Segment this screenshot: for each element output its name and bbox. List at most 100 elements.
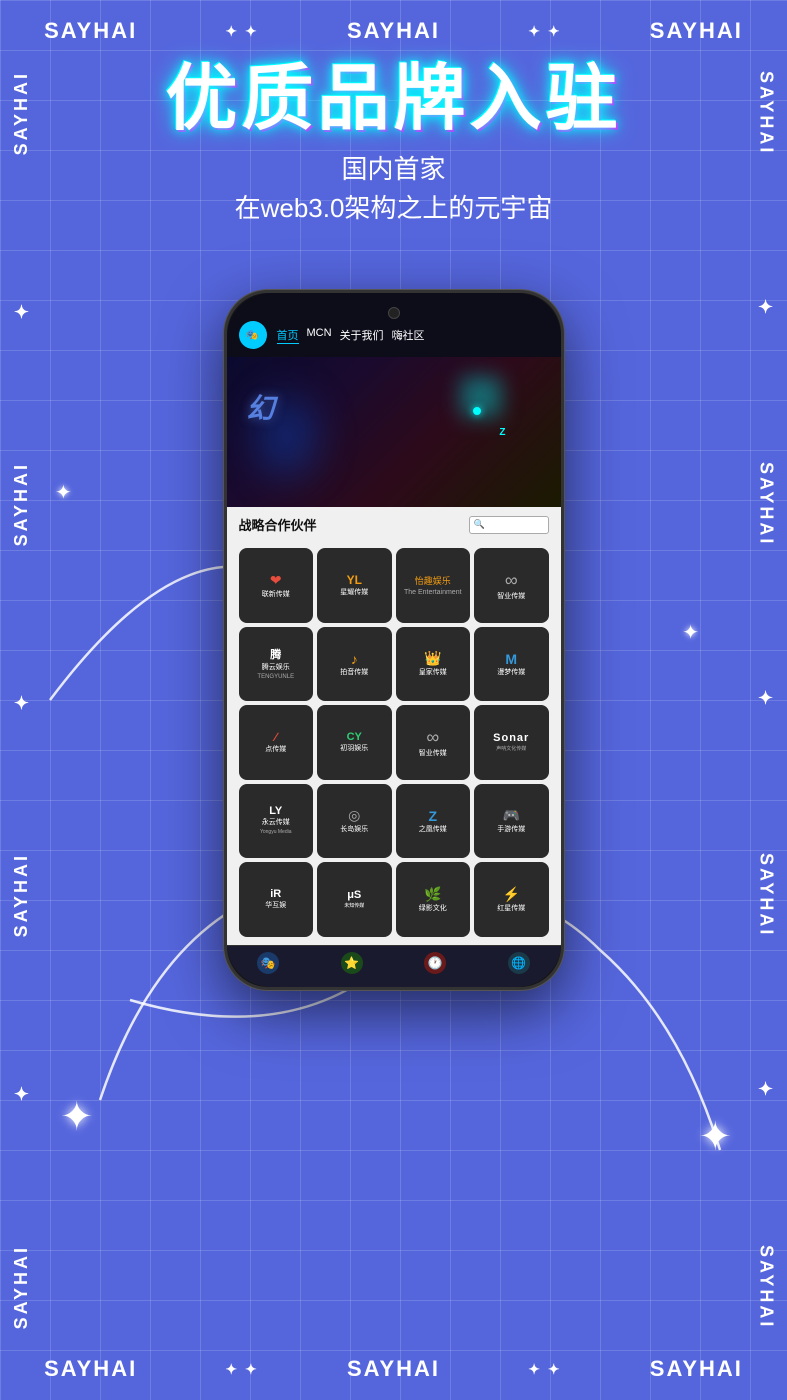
brand-card-7[interactable]: 👑 皇家传媒 bbox=[396, 627, 471, 702]
brand-card-14[interactable]: ◎ 长岛娱乐 bbox=[317, 784, 392, 859]
nav-logo: 🎭 bbox=[239, 321, 267, 349]
hero-glow2 bbox=[461, 377, 501, 417]
nav-link-community[interactable]: 嗨社区 bbox=[392, 327, 425, 344]
hero-icon1: Z bbox=[499, 427, 505, 438]
brand-name-1: 联新传媒 bbox=[262, 591, 290, 599]
brand-card-8[interactable]: M 漫梦传媒 bbox=[474, 627, 549, 702]
brand-icon-4: ∞ bbox=[505, 570, 518, 591]
brand-card-16[interactable]: 🎮 手游传媒 bbox=[474, 784, 549, 859]
watermark-top-text3: SAYHAI bbox=[650, 18, 743, 44]
brand-icon-17: iR bbox=[270, 888, 281, 900]
brand-icon-8: M bbox=[505, 651, 517, 667]
brand-name-8: 漫梦传媒 bbox=[497, 669, 525, 677]
phone-hero: 幻 Z bbox=[227, 357, 561, 507]
watermark-top-text2: SAYHAI bbox=[347, 18, 440, 44]
brand-card-11[interactable]: ∞ 智业传媒 bbox=[396, 705, 471, 780]
brand-icon-15: Z bbox=[428, 808, 437, 824]
brand-card-10[interactable]: CY 初羽娱乐 bbox=[317, 705, 392, 780]
brand-card-13[interactable]: LY 永云传媒Yongyu Media bbox=[239, 784, 314, 859]
brand-card-5[interactable]: 腾 腾云娱乐TENGYUNLE bbox=[239, 627, 314, 702]
brand-name-20: 红星传媒 bbox=[497, 905, 525, 913]
brand-icon-18: μS bbox=[347, 889, 361, 901]
phone-bottom-nav: 🎭 ⭐ 🕐 🌐 bbox=[227, 945, 561, 980]
bottom-nav-item-2[interactable]: ⭐ bbox=[341, 952, 363, 974]
brand-icon-19: 🌿 bbox=[424, 886, 441, 903]
brand-card-18[interactable]: μS 未知传媒 bbox=[317, 862, 392, 937]
brand-card-19[interactable]: 🌿 绿影文化 bbox=[396, 862, 471, 937]
main-title: 优质品牌入驻 bbox=[0, 60, 787, 139]
watermark-left-7: SAYHAI bbox=[11, 1245, 32, 1329]
brand-icon-3: 怡趣娱乐 bbox=[415, 574, 451, 587]
watermark-bottom-text: SAYHAI bbox=[44, 1356, 137, 1382]
partners-section: 战略合作伙伴 🔍 bbox=[227, 507, 561, 548]
phone-button-left-bottom bbox=[224, 438, 226, 473]
phone-outer: 🎭 首页 MCN 关于我们 嗨社区 幻 Z bbox=[224, 290, 564, 990]
watermark-right-5: SAYHAI bbox=[756, 853, 777, 937]
sparkle-mid-left: ✦ bbox=[55, 480, 72, 505]
watermark-top: SAYHAI ✦ ✦ SAYHAI ✦ ✦ SAYHAI bbox=[0, 18, 787, 44]
brand-name-7: 皇家传媒 bbox=[419, 669, 447, 677]
nav-links: 首页 MCN 关于我们 嗨社区 bbox=[277, 327, 425, 344]
star-deco4: ✦ ✦ bbox=[528, 1361, 561, 1378]
brand-name-2: 星耀传媒 bbox=[340, 589, 368, 597]
brand-icon-20: ⚡ bbox=[503, 886, 520, 903]
brand-card-3[interactable]: 怡趣娱乐 The Entertainment bbox=[396, 548, 471, 623]
brand-icon-11: ∞ bbox=[426, 727, 439, 748]
brand-name-4: 智业传媒 bbox=[497, 593, 525, 601]
brand-icon-6: ♪ bbox=[351, 651, 358, 667]
bottom-nav-item-3[interactable]: 🕐 bbox=[424, 952, 446, 974]
brand-card-9[interactable]: ∕ 点传媒 bbox=[239, 705, 314, 780]
bottom-nav-icon-2: ⭐ bbox=[341, 952, 363, 974]
header-section: 优质品牌入驻 国内首家 在web3.0架构之上的元宇宙 bbox=[0, 60, 787, 225]
brand-icon-12: Sonar bbox=[493, 732, 529, 744]
brand-name-11: 智业传媒 bbox=[419, 750, 447, 758]
brand-card-1[interactable]: ❤ 联新传媒 bbox=[239, 548, 314, 623]
brand-card-4[interactable]: ∞ 智业传媒 bbox=[474, 548, 549, 623]
brand-name-3: The Entertainment bbox=[404, 589, 462, 597]
watermark-right-3: SAYHAI bbox=[756, 462, 777, 546]
brand-icon-7: 👑 bbox=[424, 650, 441, 667]
nav-link-about[interactable]: 关于我们 bbox=[340, 327, 384, 344]
watermark-right-7: SAYHAI bbox=[756, 1245, 777, 1329]
phone-mockup: 🎭 首页 MCN 关于我们 嗨社区 幻 Z bbox=[224, 290, 564, 990]
brand-name-10: 初羽娱乐 bbox=[340, 745, 368, 753]
watermark-left-2: ✦ bbox=[10, 297, 32, 321]
brand-card-15[interactable]: Z 之凰传媒 bbox=[396, 784, 471, 859]
brand-card-2[interactable]: YL 星耀传媒 bbox=[317, 548, 392, 623]
brand-name-6: 拍音传媒 bbox=[340, 669, 368, 677]
partners-search[interactable]: 🔍 bbox=[469, 516, 549, 534]
brand-icon-14: ◎ bbox=[348, 807, 360, 824]
nav-link-mcn[interactable]: MCN bbox=[307, 327, 332, 344]
brand-name-5: 腾云娱乐TENGYUNLE bbox=[257, 664, 294, 681]
partners-header: 战略合作伙伴 🔍 bbox=[239, 515, 549, 534]
brand-name-16: 手游传媒 bbox=[497, 826, 525, 834]
nav-link-home[interactable]: 首页 bbox=[277, 327, 299, 344]
sparkle-large-right: ✦ bbox=[698, 1114, 732, 1160]
star-deco3: ✦ ✦ bbox=[225, 1361, 258, 1378]
brand-name-13: 永云传媒Yongyu Media bbox=[260, 819, 292, 836]
watermark-right-2: ✦ bbox=[755, 297, 777, 321]
phone-button-right bbox=[562, 413, 564, 473]
brand-icon-16: 🎮 bbox=[503, 807, 520, 824]
bottom-nav-icon-3: 🕐 bbox=[424, 952, 446, 974]
brand-name-14: 长岛娱乐 bbox=[340, 826, 368, 834]
sub-title1: 国内首家 bbox=[0, 149, 787, 186]
watermark-left-3: SAYHAI bbox=[11, 462, 32, 546]
brand-name-18: 未知传媒 bbox=[344, 903, 364, 909]
brand-icon-9: ∕ bbox=[275, 730, 277, 744]
brand-card-17[interactable]: iR 华互娱 bbox=[239, 862, 314, 937]
bottom-nav-item-4[interactable]: 🌐 bbox=[508, 952, 530, 974]
watermark-left-5: SAYHAI bbox=[11, 853, 32, 937]
watermark-left-6: ✦ bbox=[10, 1079, 32, 1103]
brand-card-12[interactable]: Sonar 声呐文化传媒 bbox=[474, 705, 549, 780]
bottom-nav-item-1[interactable]: 🎭 bbox=[257, 952, 279, 974]
brand-card-6[interactable]: ♪ 拍音传媒 bbox=[317, 627, 392, 702]
sparkle-mid-right: ✦ bbox=[682, 620, 699, 645]
brand-icon-13: LY bbox=[269, 805, 282, 817]
brand-name-19: 绿影文化 bbox=[419, 905, 447, 913]
brand-card-20[interactable]: ⚡ 红星传媒 bbox=[474, 862, 549, 937]
brand-name-9: 点传媒 bbox=[265, 746, 286, 754]
brand-icon-1: ❤ bbox=[270, 572, 282, 589]
phone-button-left-top bbox=[224, 393, 226, 428]
sparkle-large-left: ✦ bbox=[60, 1094, 94, 1140]
